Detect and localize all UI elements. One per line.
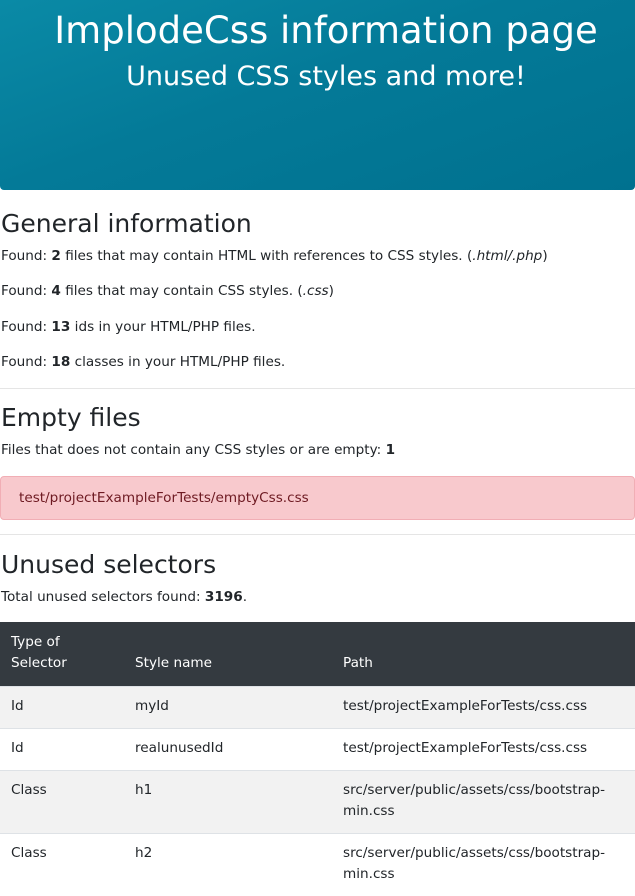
page-subtitle: Unused CSS styles and more! [126,61,526,92]
table-row: Id myId test/projectExampleForTests/css.… [0,686,635,728]
html-files-count-line: Found: 2 files that may contain HTML wit… [1,246,548,266]
table-row: Class h2 src/server/public/assets/css/bo… [0,833,635,896]
column-header-style-name: Style name [135,655,213,671]
column-header-type-line1: Type of [11,634,60,650]
empty-file-path: test/projectExampleForTests/emptyCss.css [19,490,309,506]
table-row: Class h1 src/server/public/assets/css/bo… [0,770,635,833]
found-label: Found: [1,283,52,299]
table-row: Id realunusedId test/projectExampleForTe… [0,728,635,770]
table-header: Type of Selector Style name Path [0,622,635,686]
unused-selectors-total: Total unused selectors found: 3196. [1,587,247,607]
ids-text: ids in your HTML/PHP files. [70,319,256,335]
cell-path: src/server/public/assets/css/bootstrap- [343,782,606,798]
column-header-path: Path [343,655,373,671]
cell-type: Class [11,782,47,798]
cell-type: Id [11,698,24,714]
cell-path: test/projectExampleForTests/css.css [343,698,588,714]
empty-files-label: Files that does not contain any CSS styl… [1,442,386,458]
found-label: Found: [1,354,52,370]
empty-files-heading: Empty files [1,403,141,432]
ids-count-line: Found: 13 ids in your HTML/PHP files. [1,317,256,337]
unused-total-count: 3196 [204,589,243,605]
section-divider [0,534,635,535]
cell-style-name: realunusedId [135,740,224,756]
cell-path: test/projectExampleForTests/css.css [343,740,588,756]
css-files-ext: .css [302,283,329,299]
cell-style-name: h2 [135,845,153,861]
cell-style-name: myId [135,698,169,714]
css-files-suffix: ) [328,283,334,299]
html-files-count: 2 [51,248,61,264]
cell-path-continued: min.css [343,866,395,882]
cell-style-name: h1 [135,782,153,798]
empty-file-alert: test/projectExampleForTests/emptyCss.css [0,476,635,520]
classes-count: 18 [51,354,71,370]
ids-count: 13 [51,319,71,335]
found-label: Found: [1,319,52,335]
classes-count-line: Found: 18 classes in your HTML/PHP files… [1,352,285,372]
found-label: Found: [1,248,52,264]
css-files-count-line: Found: 4 files that may contain CSS styl… [1,281,334,301]
html-files-suffix: ) [542,248,548,264]
unused-selectors-heading: Unused selectors [1,550,217,579]
cell-type: Id [11,740,24,756]
css-files-text: files that may contain CSS styles. ( [60,283,303,299]
unused-total-suffix: . [242,589,248,605]
general-information-heading: General information [1,209,252,238]
html-files-text: files that may contain HTML with referen… [60,248,473,264]
classes-text: classes in your HTML/PHP files. [70,354,286,370]
empty-files-description: Files that does not contain any CSS styl… [1,440,395,460]
html-files-ext: .html/.php [472,248,543,264]
cell-path: src/server/public/assets/css/bootstrap- [343,845,606,861]
page-title: ImplodeCss information page [54,9,598,52]
column-header-type-line2: Selector [11,655,67,671]
unused-total-label: Total unused selectors found: [1,589,205,605]
css-files-count: 4 [51,283,61,299]
empty-files-count: 1 [385,442,396,458]
jumbotron-header: ImplodeCss information page Unused CSS s… [0,0,635,190]
section-divider [0,388,635,389]
cell-type: Class [11,845,47,861]
cell-path-continued: min.css [343,803,395,819]
